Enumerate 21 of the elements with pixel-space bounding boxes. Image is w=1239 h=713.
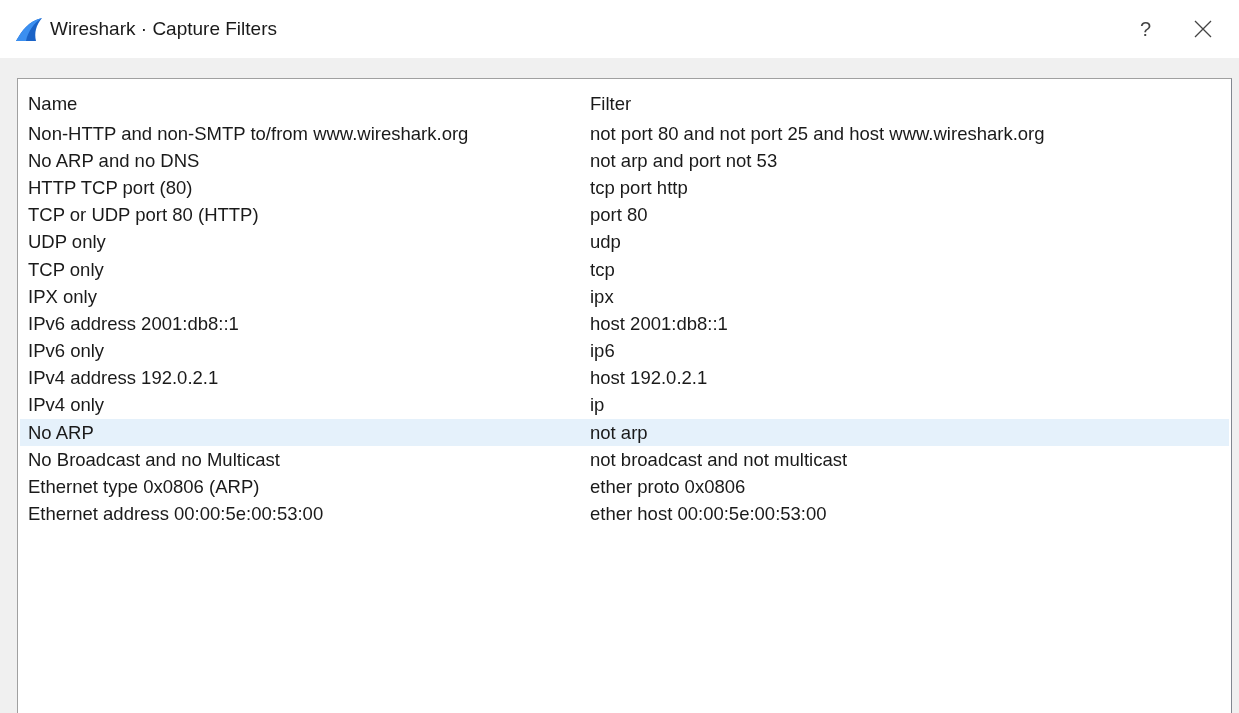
table-row[interactable]: IPv6 only ip6 — [20, 337, 1229, 365]
table-row[interactable]: TCP only tcp — [20, 255, 1229, 284]
column-header[interactable]: Name — [20, 93, 582, 115]
fin-icon — [14, 17, 44, 41]
close-icon[interactable] — [1193, 19, 1213, 39]
column-header[interactable]: Filter — [582, 93, 1229, 115]
table-row[interactable]: UDP only udp — [20, 228, 1229, 256]
table-row[interactable]: HTTP TCP port (80) tcp port http — [20, 174, 1229, 202]
table-row[interactable]: TCP or UDP port 80 (HTTP) port 80 — [20, 201, 1229, 229]
help-button[interactable]: ? — [1139, 17, 1151, 41]
selected-row[interactable]: No ARP not arp — [20, 419, 1229, 447]
table-row[interactable]: Ethernet address 00:00:5e:00:53:00 ether host 00:00:5e:00:53:00 — [20, 500, 1229, 528]
table-row[interactable]: IPX only ipx — [20, 283, 1229, 311]
window-title: Wireshark · Capture Filters — [50, 18, 278, 40]
table-row[interactable]: No Broadcast and no Multicast not broadcast and not multicast — [20, 446, 1229, 474]
table-row[interactable]: Ethernet type 0x0806 (ARP) ether proto 0x0806 — [20, 473, 1229, 501]
table-row[interactable]: IPv6 address 2001:db8::1 host 2001:db8::1 — [20, 310, 1229, 338]
table-row[interactable]: No ARP and no DNS not arp and port not 53 — [20, 147, 1229, 175]
table-row[interactable]: IPv4 address 192.0.2.1 host 192.0.2.1 — [20, 364, 1229, 392]
table-row[interactable]: Non-HTTP and non-SMTP to/from www.wireshark.org not port 80 and not port 25 and host www.wireshark.org — [20, 120, 1229, 148]
table-row[interactable]: IPv4 only ip — [20, 391, 1229, 420]
